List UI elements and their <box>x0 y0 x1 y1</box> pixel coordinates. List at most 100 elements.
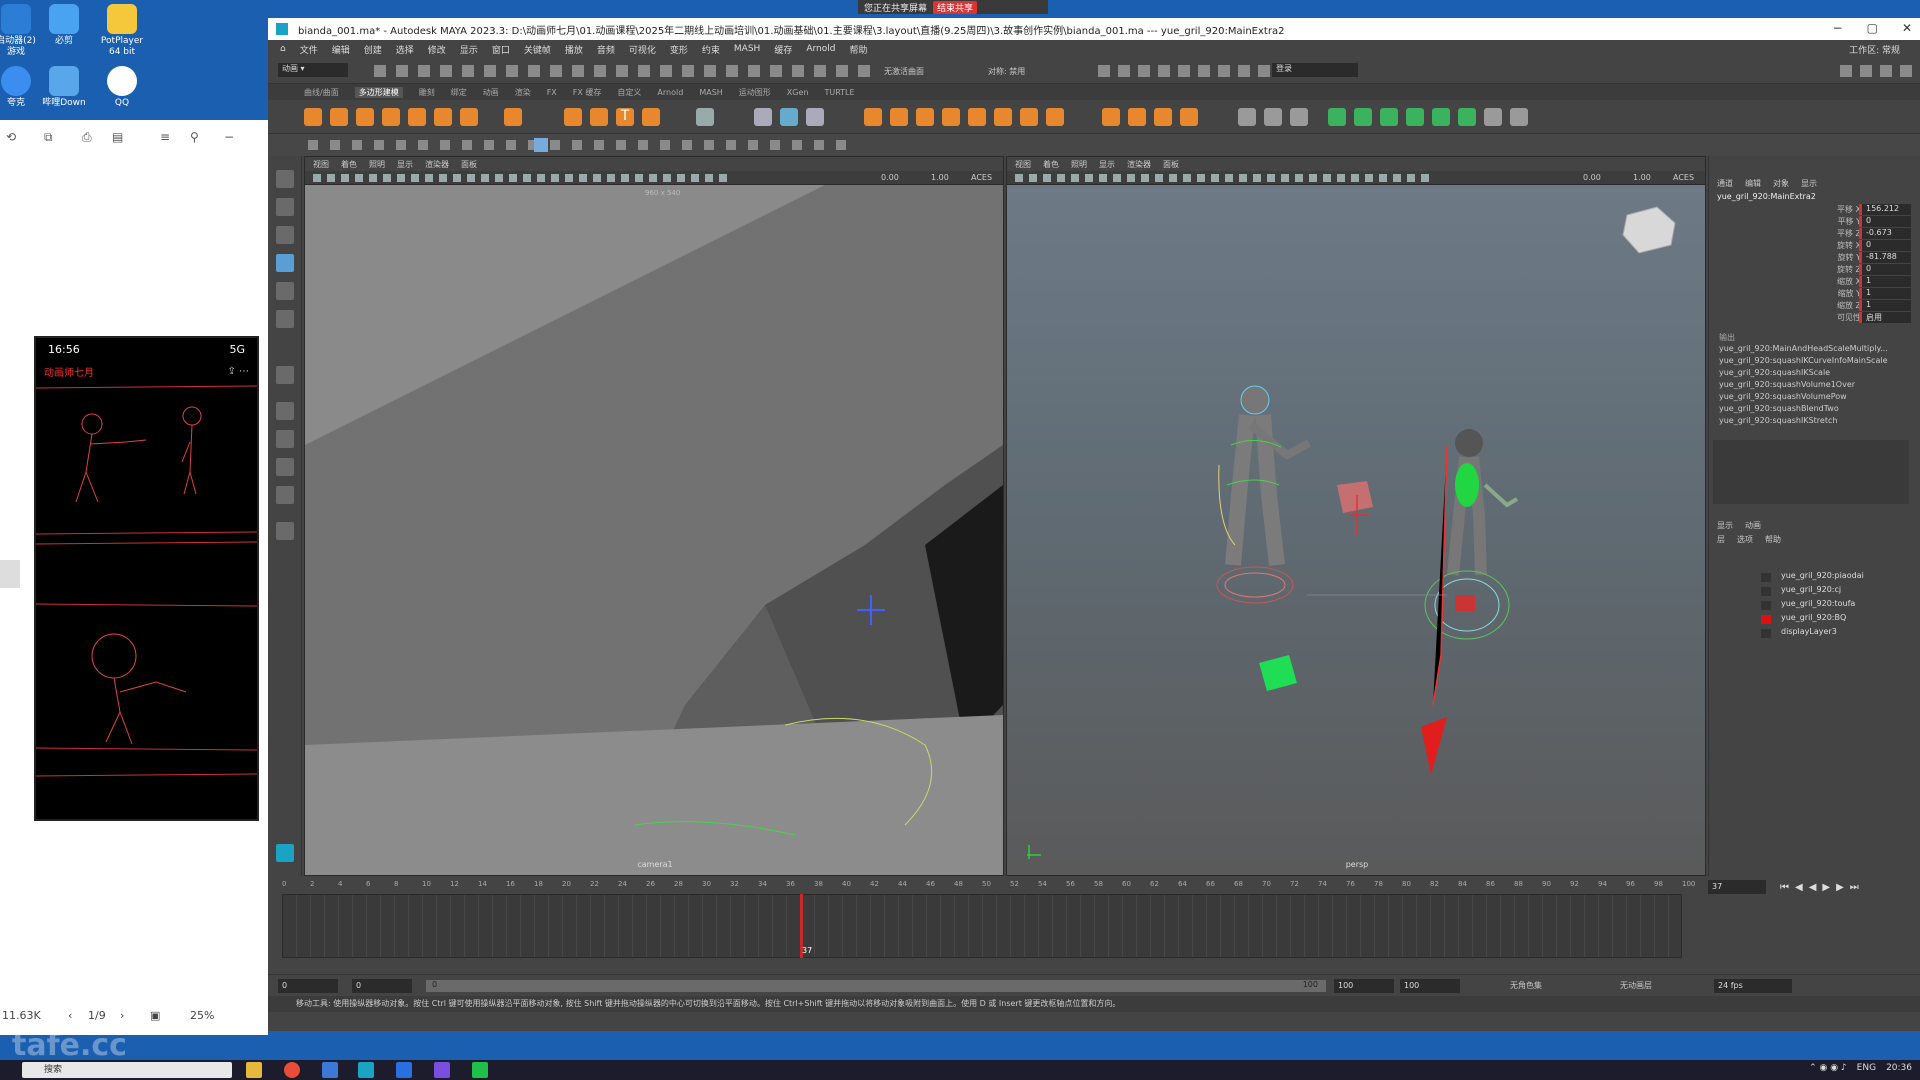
channel-value[interactable]: 0 <box>1859 216 1911 227</box>
sphere-icon[interactable] <box>304 108 322 126</box>
vp-menu-item[interactable]: 面板 <box>1163 159 1179 170</box>
menu-item[interactable]: 编辑 <box>332 43 350 56</box>
desktop-icon-bijian[interactable]: 必剪 <box>34 4 94 47</box>
maya-mel-icon[interactable] <box>276 844 294 862</box>
svg-icon[interactable] <box>590 108 608 126</box>
extrude-icon[interactable] <box>968 108 986 126</box>
grid-tool-icon[interactable] <box>1484 108 1502 126</box>
prev-page-icon[interactable]: ‹ <box>68 1009 72 1022</box>
prev-arrow[interactable] <box>0 560 20 588</box>
status-line-tools[interactable] <box>374 65 874 77</box>
layout-two-icon[interactable] <box>276 458 294 476</box>
anim-layer[interactable]: 无动画层 <box>1620 980 1652 991</box>
channel-value[interactable]: 1 <box>1859 288 1911 299</box>
shelf-tab[interactable]: 运动图形 <box>739 87 771 98</box>
range-start-field[interactable]: 0 <box>352 979 412 993</box>
viewport-camera1[interactable]: 视图 着色 照明 显示 渲染器 面板 0.00 1.00 ACES 960 x … <box>304 156 1004 876</box>
pencil-tool-icon[interactable] <box>276 366 294 384</box>
app-icon[interactable] <box>396 1062 412 1078</box>
bridge-icon[interactable] <box>1020 108 1038 126</box>
channel-row[interactable]: 缩放 X1 <box>1709 276 1920 288</box>
current-frame-field[interactable]: 37 <box>1708 880 1766 894</box>
symmetry-dropdown[interactable]: 对称: 禁用 <box>988 66 1025 77</box>
minimize-icon[interactable]: − <box>1833 21 1843 35</box>
gamma-field[interactable]: 1.00 <box>1633 173 1651 182</box>
menu-set-dropdown[interactable]: 动画 ▾ <box>278 63 348 77</box>
mirror-icon[interactable] <box>754 108 772 126</box>
move-tool-icon[interactable] <box>276 254 294 272</box>
separate-icon[interactable] <box>780 108 798 126</box>
layout-single-icon[interactable] <box>276 402 294 420</box>
select-tool-icon[interactable] <box>276 170 294 188</box>
target-weld-icon[interactable] <box>1128 108 1146 126</box>
desktop-icon-potplayer[interactable]: PotPlayer 64 bit <box>92 4 152 58</box>
green-tool-icon-5[interactable] <box>1432 108 1450 126</box>
platonic-icon[interactable] <box>504 108 522 126</box>
app-icon[interactable] <box>322 1062 338 1078</box>
bevel-icon[interactable] <box>994 108 1012 126</box>
layout-four-icon[interactable] <box>276 430 294 448</box>
uv-layout-icon[interactable] <box>1290 108 1308 126</box>
time-slider-track[interactable] <box>282 894 1682 958</box>
stop-share-button[interactable]: 结束共享 <box>933 0 978 14</box>
menu-item[interactable]: 窗口 <box>492 43 510 56</box>
menu-item[interactable]: 帮助 <box>849 43 867 56</box>
vp-menu-item[interactable]: 着色 <box>341 159 357 170</box>
desktop-icon-bilidown[interactable]: 哔哩Down <box>34 66 94 109</box>
maximize-icon[interactable]: ▢ <box>1867 21 1878 35</box>
channel-row[interactable]: 缩放 Z1 <box>1709 300 1920 312</box>
menu-item[interactable]: 创建 <box>364 43 382 56</box>
end-time-field[interactable]: 100 <box>1400 979 1460 993</box>
channel-row[interactable]: 平移 X 156.212 <box>1709 204 1920 216</box>
layer-menu-item[interactable]: 帮助 <box>1765 534 1781 545</box>
viewport-toolbar-icons[interactable] <box>1015 174 1435 182</box>
vp-menu-item[interactable]: 照明 <box>1071 159 1087 170</box>
highlight-icon[interactable] <box>534 138 548 152</box>
menu-item[interactable]: 修改 <box>428 43 446 56</box>
shelf-tab[interactable]: 渲染 <box>515 87 531 98</box>
output-node[interactable]: yue_gril_920:squashVolumePow <box>1719 392 1847 401</box>
cb-tab[interactable]: 编辑 <box>1745 178 1761 189</box>
menu-item[interactable]: 音频 <box>597 43 615 56</box>
menu-item[interactable]: 播放 <box>565 43 583 56</box>
channel-value[interactable]: 0 <box>1859 264 1911 275</box>
range-end-field[interactable]: 100 <box>1334 979 1394 993</box>
channel-value[interactable]: 1 <box>1859 276 1911 287</box>
vp-menu-item[interactable]: 着色 <box>1043 159 1059 170</box>
connect-icon[interactable] <box>1154 108 1172 126</box>
close-icon[interactable]: ✕ <box>1902 21 1912 35</box>
channel-row[interactable]: 旋转 Z0 <box>1709 264 1920 276</box>
vp-menu-item[interactable]: 显示 <box>397 159 413 170</box>
channel-row[interactable]: 平移 Y0 <box>1709 216 1920 228</box>
lasso-tool-icon[interactable] <box>276 198 294 216</box>
append-icon[interactable] <box>1046 108 1064 126</box>
menu-item[interactable]: 文件 <box>300 43 318 56</box>
layer-tab[interactable]: 显示 <box>1717 520 1733 531</box>
output-node[interactable]: yue_gril_920:squashVolume1Over <box>1719 380 1855 389</box>
retopo-icon[interactable] <box>942 108 960 126</box>
copy-icon[interactable]: ⧉ <box>44 130 53 145</box>
zoom-level[interactable]: 25% <box>190 1009 214 1022</box>
layer-tab[interactable]: 动画 <box>1745 520 1761 531</box>
menu-item[interactable]: 显示 <box>460 43 478 56</box>
channel-value[interactable]: 0 <box>1859 240 1911 251</box>
output-node[interactable]: yue_gril_920:squashBlendTwo <box>1719 404 1839 413</box>
layer-row[interactable]: yue_gril_920:piaodai <box>1709 570 1920 584</box>
outliner-layout-icon[interactable] <box>276 486 294 504</box>
maya-icon[interactable] <box>358 1062 374 1078</box>
taskbar-search[interactable]: 搜索 <box>22 1062 232 1078</box>
layer-row[interactable]: displayLayer3 <box>1709 626 1920 640</box>
menu-item[interactable]: 选择 <box>396 43 414 56</box>
plane-icon[interactable] <box>434 108 452 126</box>
uv-editor-icon[interactable] <box>1264 108 1282 126</box>
vp-menu-item[interactable]: 视图 <box>1015 159 1031 170</box>
search-icon[interactable] <box>276 522 294 540</box>
cb-tab[interactable]: 通道 <box>1717 178 1733 189</box>
green-tool-icon-6[interactable] <box>1458 108 1476 126</box>
output-node[interactable]: yue_gril_920:squashIKCurveInfoMainScale <box>1719 356 1888 365</box>
login-dropdown[interactable]: 登录 <box>1272 63 1358 77</box>
menu-item[interactable]: 关键帧 <box>524 43 551 56</box>
scale-tool-icon[interactable] <box>276 310 294 328</box>
render-tools[interactable] <box>1098 65 1278 77</box>
next-page-icon[interactable]: › <box>120 1009 124 1022</box>
